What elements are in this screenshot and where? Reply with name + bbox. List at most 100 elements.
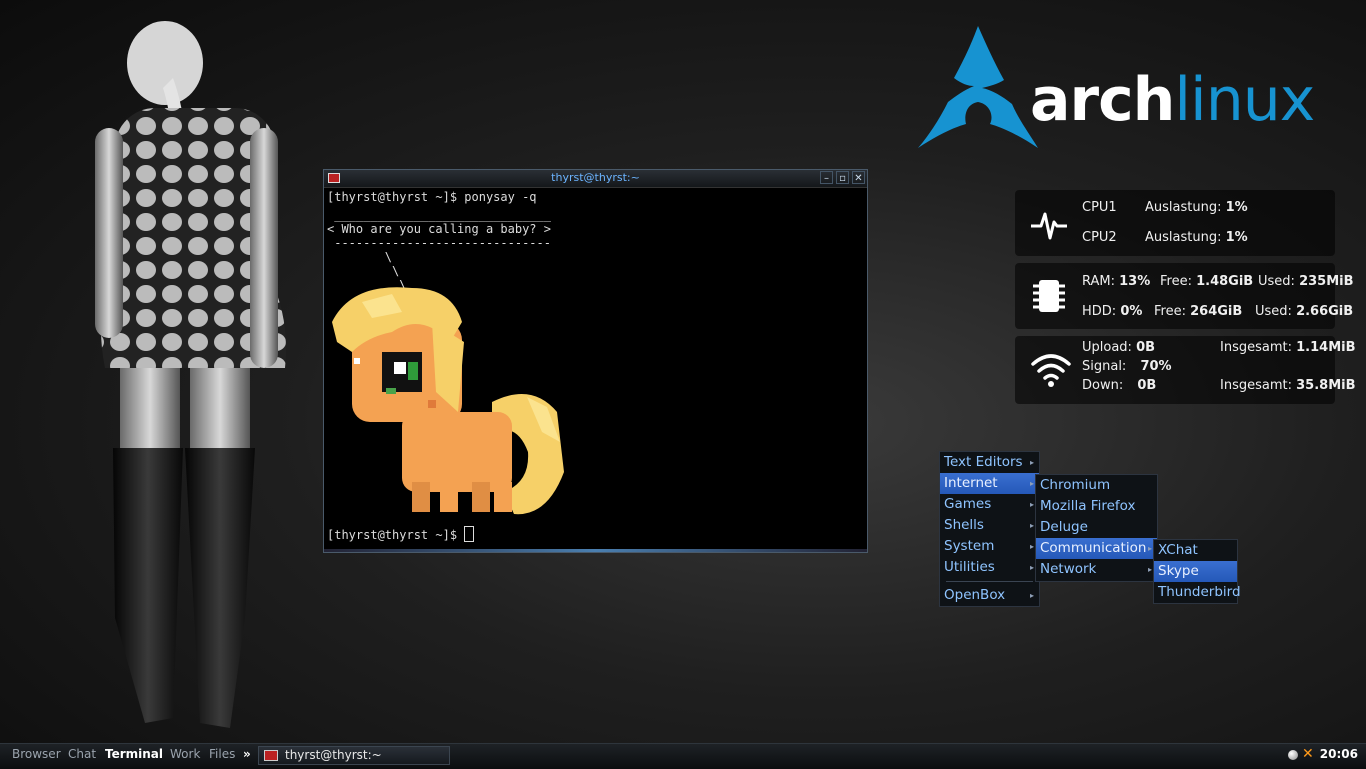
workspace-browser[interactable]: Browser bbox=[12, 747, 61, 761]
cpu2-load-label: Auslastung: bbox=[1145, 230, 1222, 245]
openbox-root-menu: Text Editors ▸ Internet ▸ Games ▸ Shells ▸ S… bbox=[939, 451, 1040, 607]
download-total-value: 35.8MiB bbox=[1296, 378, 1356, 393]
menu-item-communication[interactable]: Communication ▸ bbox=[1036, 538, 1157, 559]
cpu2-label: CPU2 bbox=[1082, 230, 1117, 245]
terminal-line: \ bbox=[327, 264, 400, 278]
hdd-free: Free: 264GiB bbox=[1154, 304, 1242, 319]
terminal-titlebar[interactable]: thyrst@thyrst:~ – ▫ ✕ bbox=[324, 170, 867, 188]
upload-label: Upload: bbox=[1082, 340, 1132, 355]
workspace-files[interactable]: Files bbox=[209, 747, 235, 761]
hdd-free-value: 264GiB bbox=[1190, 304, 1243, 319]
submenu-arrow-icon: ▸ bbox=[1029, 591, 1034, 600]
hdd-row: HDD: 0% bbox=[1082, 304, 1142, 319]
hdd-percent: 0% bbox=[1120, 304, 1143, 319]
menu-item-chromium[interactable]: Chromium bbox=[1036, 475, 1157, 496]
terminal-line: \ bbox=[327, 250, 393, 264]
cpu1-row: CPU1 bbox=[1082, 200, 1117, 215]
terminal-line: < Who are you calling a baby? > bbox=[327, 222, 551, 236]
cpu1-load: Auslastung: 1% bbox=[1145, 200, 1248, 215]
menu-item-system[interactable]: System ▸ bbox=[940, 536, 1039, 557]
conky-network-panel: Upload: 0B Insgesamt: 1.14MiB Signal: 70… bbox=[1015, 336, 1356, 404]
menu-item-text-editors[interactable]: Text Editors ▸ bbox=[940, 452, 1039, 473]
cpu1-load-label: Auslastung: bbox=[1145, 200, 1222, 215]
hdd-used-label: Used: bbox=[1255, 304, 1292, 319]
tray-network-icon[interactable] bbox=[1288, 750, 1298, 760]
wifi-icon bbox=[1031, 354, 1071, 387]
upload-value: 0B bbox=[1136, 340, 1156, 355]
download-total-label: Insgesamt: bbox=[1220, 378, 1292, 393]
submenu-arrow-icon: ▸ bbox=[1029, 500, 1034, 509]
workspace-work[interactable]: Work bbox=[170, 747, 200, 761]
upload-total: Insgesamt: 1.14MiB bbox=[1220, 340, 1356, 355]
taskbar-task-terminal[interactable]: thyrst@thyrst:~ bbox=[258, 746, 450, 765]
hdd-used-value: 2.66GiB bbox=[1296, 304, 1354, 319]
submenu-arrow-icon: ▸ bbox=[1147, 544, 1152, 553]
terminal-prompt[interactable]: [thyrst@thyrst ~]$ bbox=[327, 526, 475, 542]
ram-free: Free: 1.48GiB bbox=[1160, 274, 1253, 289]
menu-separator bbox=[946, 581, 1033, 582]
download-value: 0B bbox=[1137, 378, 1157, 393]
tray-tools-icon[interactable]: ✕ bbox=[1302, 746, 1314, 762]
menu-item-network[interactable]: Network ▸ bbox=[1036, 559, 1157, 580]
close-button[interactable]: ✕ bbox=[852, 171, 865, 184]
ram-free-label: Free: bbox=[1160, 274, 1192, 289]
upload-total-label: Insgesamt: bbox=[1220, 340, 1292, 355]
wordmark-linux: linux bbox=[1174, 65, 1315, 135]
menu-item-thunderbird[interactable]: Thunderbird bbox=[1154, 582, 1241, 603]
workspace-terminal[interactable]: Terminal bbox=[105, 747, 163, 761]
download-row: Down: 0B bbox=[1082, 378, 1156, 393]
menu-item-skype[interactable]: Skype bbox=[1154, 561, 1237, 582]
menu-item-utilities[interactable]: Utilities ▸ bbox=[940, 557, 1039, 578]
menu-item-internet[interactable]: Internet ▸ bbox=[940, 473, 1039, 494]
heartbeat-icon bbox=[1031, 212, 1067, 240]
signal-value: 70% bbox=[1140, 359, 1172, 374]
ram-used-label: Used: bbox=[1258, 274, 1295, 289]
terminal-line: [thyrst@thyrst ~]$ ponysay -q bbox=[327, 190, 537, 204]
terminal-bottom-border bbox=[324, 549, 867, 552]
prompt-text: [thyrst@thyrst ~]$ bbox=[327, 528, 465, 542]
submenu-arrow-icon: ▸ bbox=[1147, 565, 1152, 574]
pony-art bbox=[332, 287, 564, 515]
arch-triangle-icon bbox=[918, 26, 1038, 148]
text-cursor bbox=[464, 526, 475, 542]
menu-item-deluge[interactable]: Deluge bbox=[1036, 517, 1157, 538]
clock[interactable]: 20:06 bbox=[1320, 747, 1358, 761]
signal-label: Signal: bbox=[1082, 359, 1127, 374]
terminal-output: [thyrst@thyrst ~]$ ponysay -q __________… bbox=[327, 190, 551, 292]
terminal-line: ------------------------------ bbox=[327, 236, 551, 250]
download-label: Down: bbox=[1082, 378, 1124, 393]
menu-item-xchat[interactable]: XChat bbox=[1154, 540, 1237, 561]
hdd-free-label: Free: bbox=[1154, 304, 1186, 319]
conky-cpu-panel: CPU1 Auslastung: 1% CPU2 Auslastung: 1% bbox=[1015, 190, 1335, 256]
memory-chip-icon bbox=[1033, 280, 1065, 312]
wordmark-arch: arch bbox=[1030, 65, 1175, 135]
submenu-arrow-icon: ▸ bbox=[1029, 542, 1034, 551]
communication-submenu: XChat Skype Thunderbird bbox=[1153, 539, 1241, 604]
maximize-button[interactable]: ▫ bbox=[836, 171, 849, 184]
cpu1-load-value: 1% bbox=[1225, 200, 1248, 215]
ram-free-value: 1.48GiB bbox=[1196, 274, 1254, 289]
cpu2-load: Auslastung: 1% bbox=[1145, 230, 1248, 245]
cpu2-row: CPU2 bbox=[1082, 230, 1117, 245]
menu-item-games[interactable]: Games ▸ bbox=[940, 494, 1039, 515]
ram-label: RAM: bbox=[1082, 274, 1115, 289]
ram-used-value: 235MiB bbox=[1299, 274, 1354, 289]
archlinux-logo: archlinux bbox=[918, 26, 1328, 150]
terminal-icon bbox=[264, 750, 278, 761]
submenu-arrow-icon: ▸ bbox=[1029, 479, 1034, 488]
hdd-label: HDD: bbox=[1082, 304, 1117, 319]
cpu1-label: CPU1 bbox=[1082, 200, 1117, 215]
menu-item-shells[interactable]: Shells ▸ bbox=[940, 515, 1039, 536]
conky-memory-panel: RAM: 13% Free: 1.48GiB Used: 235MiB HDD:… bbox=[1015, 263, 1354, 329]
ram-row: RAM: 13% bbox=[1082, 274, 1150, 289]
upload-row: Upload: 0B bbox=[1082, 340, 1155, 355]
workspace-chat[interactable]: Chat bbox=[68, 747, 96, 761]
menu-item-firefox[interactable]: Mozilla Firefox bbox=[1036, 496, 1157, 517]
menu-item-openbox[interactable]: OpenBox ▸ bbox=[940, 585, 1039, 606]
minimize-button[interactable]: – bbox=[820, 171, 833, 184]
hdd-used: Used: 2.66GiB bbox=[1255, 304, 1353, 319]
workspaces-more-button[interactable]: » bbox=[243, 747, 251, 761]
terminal-window[interactable]: thyrst@thyrst:~ – ▫ ✕ [thyrst@thyrst ~]$… bbox=[323, 169, 868, 553]
submenu-arrow-icon: ▸ bbox=[1029, 458, 1034, 467]
submenu-arrow-icon: ▸ bbox=[1029, 563, 1034, 572]
